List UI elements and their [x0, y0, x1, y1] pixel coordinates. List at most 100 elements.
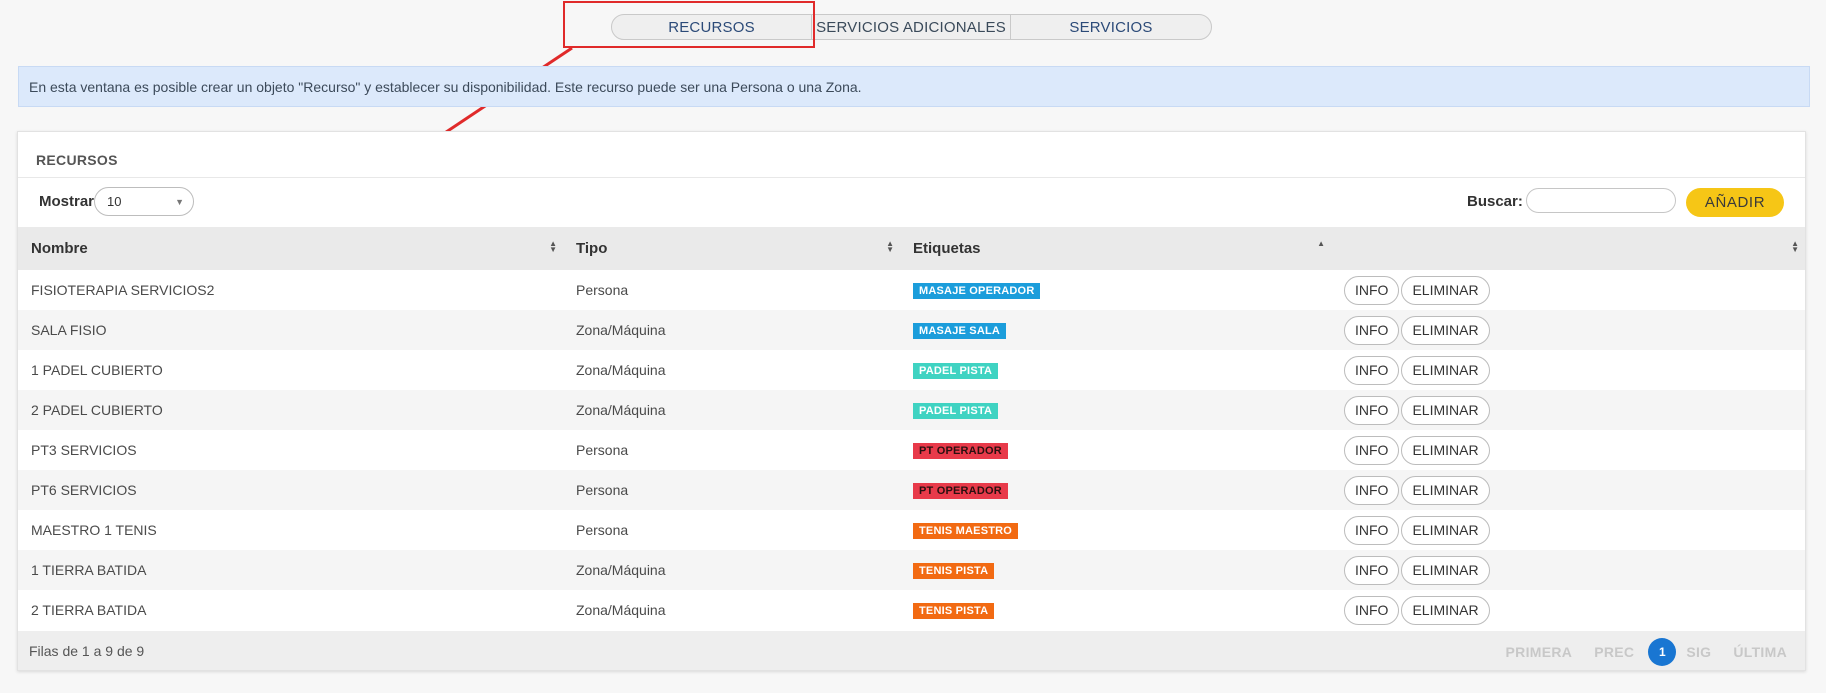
cell-tags: TENIS PISTA — [900, 590, 1331, 630]
delete-button[interactable]: ELIMINAR — [1401, 475, 1490, 505]
info-button[interactable]: INFO — [1344, 315, 1400, 345]
pagination-first[interactable]: PRIMERA — [1506, 644, 1573, 660]
pagination-prev[interactable]: PREC — [1594, 644, 1634, 660]
table-footer: Filas de 1 a 9 de 9 PRIMERA PREC 1 SIG Ú… — [18, 631, 1805, 670]
table-row: PT3 SERVICIOS Persona PT OPERADOR INFO ELIMI… — [18, 430, 1805, 470]
cell-tags: PT OPERADOR — [900, 470, 1331, 510]
table-row: 2 TIERRA BATIDA Zona/Máquina TENIS PISTA IN… — [18, 590, 1805, 630]
cell-actions: INFO ELIMINAR — [1331, 350, 1805, 390]
resources-panel: RECURSOS Mostrar 10 ▼ Buscar: AÑADIR Nom… — [17, 131, 1806, 671]
column-header-label: Etiquetas — [913, 240, 981, 257]
cell-actions: INFO ELIMINAR — [1331, 550, 1805, 590]
pagination-current-page[interactable]: 1 — [1648, 638, 1677, 666]
cell-type: Persona — [576, 482, 629, 498]
column-header-tipo[interactable]: Tipo ▲ ▼ — [563, 227, 900, 270]
annotation-highlight-box — [563, 1, 815, 48]
delete-button[interactable]: ELIMINAR — [1401, 275, 1490, 305]
delete-button[interactable]: ELIMINAR — [1401, 595, 1490, 625]
pagination-last[interactable]: ÚLTIMA — [1733, 644, 1787, 660]
cell-name: 1 PADEL CUBIERTO — [31, 362, 163, 378]
page-size-value: 10 — [107, 194, 122, 209]
tag-badge: MASAJE SALA — [913, 323, 1007, 339]
info-button[interactable]: INFO — [1344, 595, 1400, 625]
table-header-row: Nombre ▲ ▼ Tipo ▲ ▼ Etiquetas ▲ ▲ ▼ — [18, 227, 1805, 270]
resources-table: Nombre ▲ ▼ Tipo ▲ ▼ Etiquetas ▲ ▲ ▼ FISIOTE… — [18, 227, 1805, 630]
search-label: Buscar: — [1467, 193, 1523, 210]
tab-servicios[interactable]: SERVICIOS — [1011, 15, 1211, 39]
delete-button[interactable]: ELIMINAR — [1401, 435, 1490, 465]
sort-icon: ▲ ▼ — [886, 239, 894, 254]
panel-title: RECURSOS — [36, 152, 118, 168]
table-body: FISIOTERAPIA SERVICIOS2 Persona MASAJE OPE… — [18, 270, 1805, 630]
cell-actions: INFO ELIMINAR — [1331, 390, 1805, 430]
sort-icon: ▲ ▼ — [549, 239, 557, 254]
cell-name: PT6 SERVICIOS — [31, 482, 137, 498]
table-row: SALA FISIO Zona/Máquina MASAJE SALA INFO ELI… — [18, 310, 1805, 350]
pagination: PRIMERA PREC 1 SIG ÚLTIMA — [1484, 638, 1787, 666]
info-button[interactable]: INFO — [1344, 275, 1400, 305]
add-button[interactable]: AÑADIR — [1686, 188, 1784, 217]
cell-name: 2 TIERRA BATIDA — [31, 602, 147, 618]
column-header-label: Tipo — [576, 240, 608, 257]
cell-name: MAESTRO 1 TENIS — [31, 522, 157, 538]
tag-badge: PADEL PISTA — [913, 363, 999, 379]
table-row: MAESTRO 1 TENIS Persona TENIS MAESTRO INFO E… — [18, 510, 1805, 550]
cell-tags: PADEL PISTA — [900, 390, 1331, 430]
info-button[interactable]: INFO — [1344, 555, 1400, 585]
cell-tags: TENIS MAESTRO — [900, 510, 1331, 550]
cell-actions: INFO ELIMINAR — [1331, 310, 1805, 350]
tag-badge: PADEL PISTA — [913, 403, 999, 419]
panel-divider — [18, 177, 1805, 178]
tag-badge: TENIS PISTA — [913, 563, 995, 579]
delete-button[interactable]: ELIMINAR — [1401, 355, 1490, 385]
info-button[interactable]: INFO — [1344, 355, 1400, 385]
cell-tags: PADEL PISTA — [900, 350, 1331, 390]
column-header-etiquetas[interactable]: Etiquetas ▲ — [900, 227, 1331, 270]
cell-type: Zona/Máquina — [576, 562, 666, 578]
delete-button[interactable]: ELIMINAR — [1401, 515, 1490, 545]
info-button[interactable]: INFO — [1344, 435, 1400, 465]
cell-name: PT3 SERVICIOS — [31, 442, 137, 458]
cell-type: Zona/Máquina — [576, 602, 666, 618]
delete-button[interactable]: ELIMINAR — [1401, 395, 1490, 425]
tag-badge: TENIS MAESTRO — [913, 523, 1019, 539]
info-button[interactable]: INFO — [1344, 475, 1400, 505]
cell-tags: PT OPERADOR — [900, 430, 1331, 470]
cell-name: 1 TIERRA BATIDA — [31, 562, 147, 578]
tab-servicios-adicionales[interactable]: SERVICIOS ADICIONALES — [812, 15, 1011, 39]
search-input[interactable] — [1526, 188, 1676, 213]
info-banner: En esta ventana es posible crear un obje… — [18, 66, 1810, 107]
cell-actions: INFO ELIMINAR — [1331, 590, 1805, 630]
cell-name: FISIOTERAPIA SERVICIOS2 — [31, 282, 215, 298]
cell-type: Zona/Máquina — [576, 362, 666, 378]
cell-type: Zona/Máquina — [576, 322, 666, 338]
info-button[interactable]: INFO — [1344, 395, 1400, 425]
page-size-select[interactable]: 10 ▼ — [94, 187, 194, 216]
cell-name: 2 PADEL CUBIERTO — [31, 402, 163, 418]
tag-badge: MASAJE OPERADOR — [913, 283, 1041, 299]
cell-actions: INFO ELIMINAR — [1331, 470, 1805, 510]
tag-badge: PT OPERADOR — [913, 443, 1008, 459]
table-row: 1 TIERRA BATIDA Zona/Máquina TENIS PISTA IN… — [18, 550, 1805, 590]
table-row: 1 PADEL CUBIERTO Zona/Máquina PADEL PISTA I… — [18, 350, 1805, 390]
pagination-next[interactable]: SIG — [1686, 644, 1711, 660]
sort-icon: ▲ ▼ — [1791, 239, 1799, 254]
cell-tags: MASAJE SALA — [900, 310, 1331, 350]
tag-badge: PT OPERADOR — [913, 483, 1008, 499]
rows-info: Filas de 1 a 9 de 9 — [29, 643, 145, 659]
info-button[interactable]: INFO — [1344, 515, 1400, 545]
cell-type: Zona/Máquina — [576, 402, 666, 418]
column-header-label: Nombre — [31, 240, 88, 257]
delete-button[interactable]: ELIMINAR — [1401, 555, 1490, 585]
show-label: Mostrar — [39, 193, 95, 210]
tag-badge: TENIS PISTA — [913, 603, 995, 619]
column-header-nombre[interactable]: Nombre ▲ ▼ — [18, 227, 563, 270]
cell-type: Persona — [576, 442, 629, 458]
cell-actions: INFO ELIMINAR — [1331, 430, 1805, 470]
sort-asc-icon: ▲ — [1317, 239, 1325, 248]
cell-tags: TENIS PISTA — [900, 550, 1331, 590]
column-header-actions[interactable]: ▲ ▼ — [1331, 227, 1805, 270]
chevron-down-icon: ▼ — [175, 197, 184, 207]
delete-button[interactable]: ELIMINAR — [1401, 315, 1490, 345]
cell-type: Persona — [576, 282, 629, 298]
